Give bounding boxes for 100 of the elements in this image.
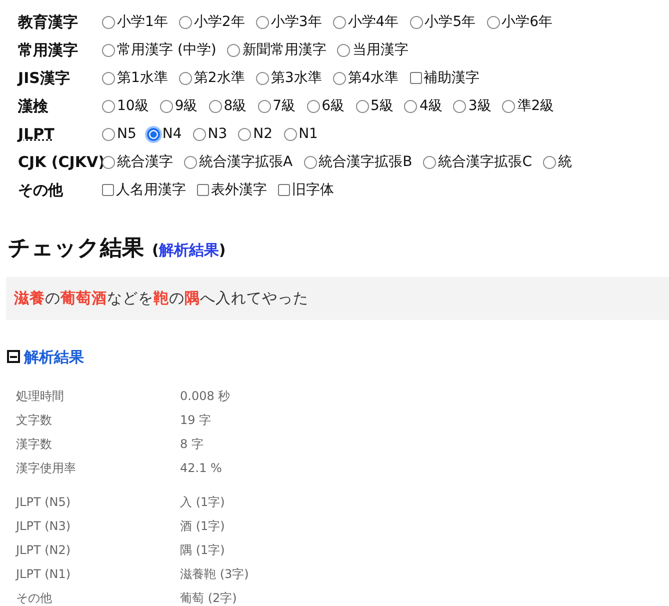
option-label[interactable]: 小学4年: [348, 12, 399, 32]
option-label[interactable]: 準2級: [517, 96, 554, 116]
stat-value: 隅 (1字): [180, 542, 225, 559]
radio-button[interactable]: [238, 128, 252, 140]
option-label[interactable]: 小学1年: [117, 12, 168, 32]
option-label[interactable]: 補助漢字: [424, 68, 480, 88]
option-label[interactable]: 小学3年: [270, 12, 322, 32]
filter-label: その他: [17, 180, 64, 201]
radio-button[interactable]: [178, 16, 192, 28]
stat-value: 葡萄 (2字): [180, 590, 237, 606]
radio-button[interactable]: [542, 156, 556, 168]
option-label[interactable]: 新聞常用漢字: [242, 40, 326, 60]
radio-button[interactable]: [410, 16, 423, 28]
radio-button[interactable]: [208, 100, 222, 112]
radio-button[interactable]: [102, 72, 115, 84]
radio-button[interactable]: [227, 44, 240, 56]
option-label[interactable]: 第4水準: [348, 68, 399, 88]
option-label[interactable]: 8級: [224, 96, 247, 116]
radio-button[interactable]: [332, 72, 346, 84]
radio-button[interactable]: [284, 128, 297, 140]
filter-label: 常用漢字: [17, 40, 79, 61]
radio-button[interactable]: [102, 100, 115, 112]
filter-label: 漢検: [17, 96, 49, 117]
radio-button[interactable]: [453, 100, 466, 112]
radio-button[interactable]: [486, 16, 500, 28]
analysis-toggle-link[interactable]: 解析結果: [24, 346, 84, 368]
heading-link-note: (解析結果): [152, 240, 226, 261]
stat-label: 漢字数: [16, 436, 53, 453]
option-label[interactable]: 統合漢字: [117, 152, 173, 172]
radio-button[interactable]: [423, 156, 436, 168]
stat-label: その他: [16, 590, 53, 606]
radio-button[interactable]: [256, 72, 269, 84]
stat-label: 文字数: [16, 412, 53, 429]
stat-value: 8 字: [180, 436, 204, 453]
option-label[interactable]: 5級: [370, 96, 394, 116]
stat-label: JLPT (N3): [16, 518, 72, 535]
radio-button[interactable]: [256, 16, 269, 28]
option-label[interactable]: 人名用漢字: [116, 180, 186, 200]
radio-button[interactable]: [178, 72, 192, 84]
radio-button[interactable]: [332, 16, 346, 28]
option-label[interactable]: N4: [162, 124, 182, 144]
option-label[interactable]: 小学5年: [424, 12, 476, 32]
radio-button[interactable]: [160, 100, 173, 112]
analysis-link[interactable]: 解析結果: [158, 241, 219, 259]
filter-label: CJK (CJKV): [17, 152, 102, 173]
option-label[interactable]: 10級: [117, 96, 149, 116]
filter-label: JIS漢字: [16, 68, 71, 89]
option-label[interactable]: 6級: [322, 96, 345, 116]
stat-label: JLPT (N2): [16, 542, 72, 559]
stat-value: 滋養鞄 (3字): [180, 566, 249, 583]
option-label[interactable]: 3級: [468, 96, 492, 116]
radio-button[interactable]: [184, 156, 197, 168]
option-label[interactable]: 統合漢字拡張C: [438, 152, 532, 172]
option-label[interactable]: N1: [298, 124, 318, 144]
option-label[interactable]: N5: [117, 124, 136, 144]
option-label[interactable]: 4級: [419, 96, 442, 116]
option-label[interactable]: 第1水準: [117, 68, 168, 88]
option-label[interactable]: 旧字体: [292, 180, 334, 200]
option-label[interactable]: 7級: [272, 96, 296, 116]
option-label[interactable]: 小学6年: [502, 12, 553, 32]
option-label[interactable]: 当用漢字: [352, 40, 408, 60]
stat-value: 入 (1字): [180, 494, 225, 511]
radio-button[interactable]: [356, 100, 369, 112]
radio-button[interactable]: [147, 128, 160, 140]
option-label[interactable]: N3: [208, 124, 228, 144]
option-label[interactable]: 統合漢字拡張A: [199, 152, 293, 172]
stat-label: JLPT (N5): [16, 494, 72, 511]
stat-value: 酒 (1字): [180, 518, 225, 535]
radio-button[interactable]: [337, 44, 350, 56]
radio-button[interactable]: [502, 100, 516, 112]
result-heading: チェック結果: [8, 235, 144, 263]
collapse-icon[interactable]: [7, 350, 20, 364]
radio-button[interactable]: [192, 128, 206, 140]
stat-label: 漢字使用率: [16, 460, 77, 477]
checkbox[interactable]: [410, 72, 422, 84]
stat-value: 0.008 秒: [180, 388, 230, 405]
checkbox[interactable]: [197, 184, 209, 196]
radio-button[interactable]: [102, 156, 115, 168]
radio-button[interactable]: [102, 128, 115, 140]
option-label[interactable]: 第2水準: [194, 68, 245, 88]
option-label[interactable]: 表外漢字: [211, 180, 267, 200]
checkbox[interactable]: [278, 184, 290, 196]
option-label[interactable]: 小学2年: [194, 12, 245, 32]
option-label[interactable]: N2: [253, 124, 273, 144]
radio-button[interactable]: [258, 100, 271, 112]
checkbox[interactable]: [102, 184, 114, 196]
stat-label: JLPT (N1): [16, 566, 72, 583]
option-label[interactable]: 統合漢字拡張B: [318, 152, 412, 172]
option-label[interactable]: 統: [558, 152, 572, 172]
radio-button[interactable]: [102, 44, 115, 56]
stat-value: 42.1 %: [180, 460, 222, 477]
checked-sentence: 滋養の葡萄酒などを鞄の隅へ入れてやった: [6, 277, 669, 320]
option-label[interactable]: 常用漢字 (中学): [117, 40, 216, 60]
radio-button[interactable]: [304, 156, 317, 168]
option-label[interactable]: 第3水準: [270, 68, 322, 88]
option-label[interactable]: 9級: [174, 96, 198, 116]
radio-button[interactable]: [306, 100, 320, 112]
filter-label: 教育漢字: [16, 12, 79, 33]
radio-button[interactable]: [102, 16, 115, 28]
radio-button[interactable]: [404, 100, 418, 112]
